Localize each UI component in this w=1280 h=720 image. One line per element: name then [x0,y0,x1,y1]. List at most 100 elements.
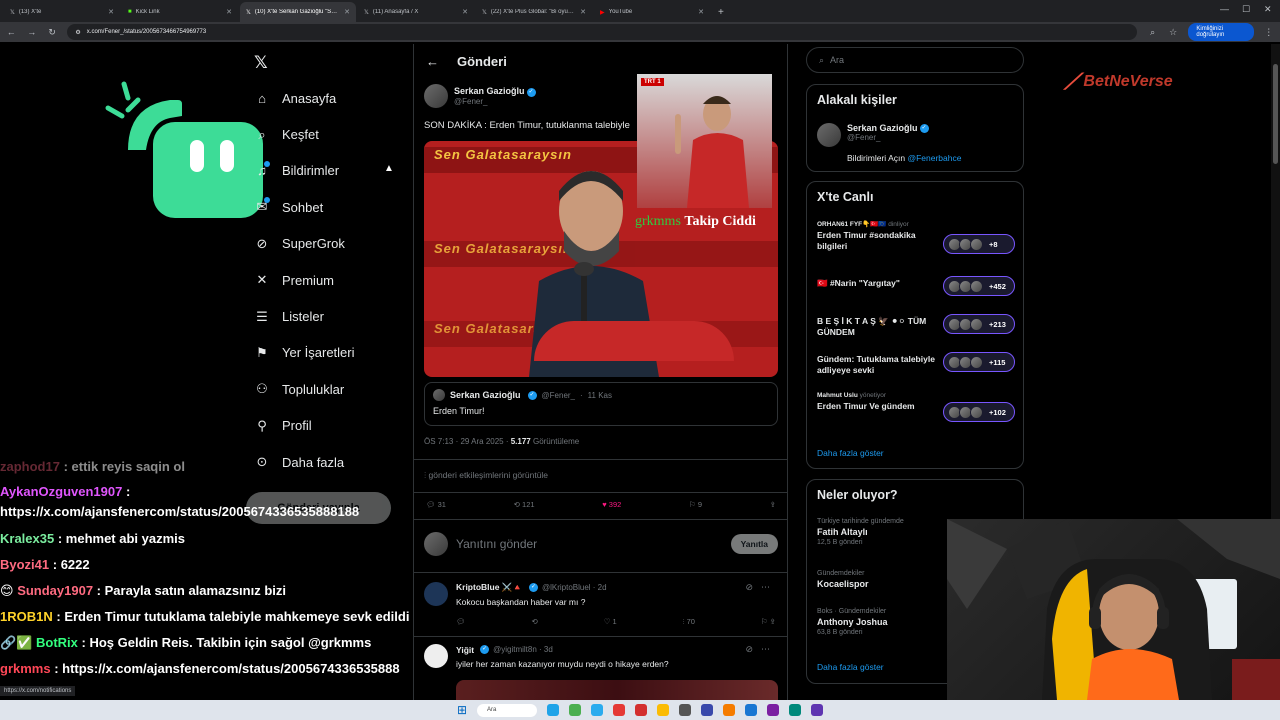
app-icon[interactable] [547,704,560,716]
comment-tools-icon[interactable]: ⊘⋯ [745,644,778,655]
engagements-link[interactable]: ⫶ gönderi etkileşimlerini görüntüle [424,470,548,481]
x-logo[interactable]: 𝕏 [254,53,268,73]
os-taskbar: ⊞ Ara [0,700,1280,720]
chat-text: Hoş Geldin Reis. Takibin için sağol @grk… [89,635,372,650]
browser-tab[interactable]: 𝕏 (11) Anasayfa / X ✕ [358,2,474,22]
show-more-link[interactable]: Daha fazla göster [807,662,884,672]
forward-icon[interactable]: → [26,27,36,37]
zoom-icon[interactable]: ⌕ [1147,27,1157,38]
scrollbar-thumb[interactable] [1273,64,1278,164]
views-button[interactable]: ⫶ 70 [683,617,695,627]
avatar[interactable] [424,644,448,668]
app-icon[interactable] [701,704,714,716]
app-icon[interactable] [723,704,736,716]
minimize-icon[interactable]: — [1220,4,1229,14]
new-tab-button[interactable]: + [712,2,730,22]
menu-icon[interactable]: ⋮ [1264,27,1274,38]
back-arrow-icon[interactable]: ← [426,54,439,69]
listeners-pill[interactable]: +452 [943,276,1015,296]
nav-item-profile[interactable]: ⚲ Profil [248,408,408,444]
live-item[interactable]: Gündem: Tutuklama talebiyle adliyeye sev… [817,352,1015,377]
nav-item-communities[interactable]: ⚇ Topluluklar [248,371,408,407]
live-item[interactable]: B E Ş İ K T A Ş 🦅 ⚫⚪ TÜM GÜNDEM +213 [817,314,1015,339]
close-icon[interactable]: ✕ [462,8,468,16]
nav-item-home[interactable]: ⌂ Anasayfa [248,80,408,116]
live-title: Gündem: Tutuklama talebiyle adliyeye sev… [817,354,935,376]
trend-item[interactable]: Boks · Gündemdekiler Anthony Joshua 63,8… [817,608,888,636]
live-item[interactable]: Mahmut Uslu yönetiyor Erden Timur Ve gün… [817,392,1015,422]
chat-message: 🔗✅ BotRix : Hoş Geldin Reis. Takibin içi… [0,635,372,650]
browser-tab-active[interactable]: 𝕏 (10) X'te Serkan Gazioğlu "SON ✕ [240,2,356,22]
live-item[interactable]: 🇹🇷 #Narin "Yargıtay" +452 [817,276,1015,296]
browser-tab[interactable]: ■ Kick Link ✕ [122,2,238,22]
app-icon[interactable] [789,704,802,716]
browser-tab[interactable]: 𝕏 (13) X'te ✕ [4,2,120,22]
back-icon[interactable]: ← [6,27,16,37]
chat-message: grkmms : https://x.com/ajansfenercom/sta… [0,661,400,676]
app-icon[interactable] [745,704,758,716]
reply-button[interactable]: 💬︎ 31 [426,500,446,509]
trend-item[interactable]: Gündemdekiler Kocaelispor [817,570,869,589]
bookmark-icon[interactable]: ⚐ ⇪ [761,617,776,627]
related-person[interactable]: Serkan Gazioğlu ✓ @Fener_ [817,123,929,147]
repost-icon[interactable]: ⟲ [531,617,537,627]
close-icon[interactable]: ✕ [226,8,232,16]
nav-item-explore[interactable]: ⌕ Keşfet [248,116,408,152]
comment-image[interactable] [456,680,778,700]
app-icon[interactable] [613,704,626,716]
bookmark-button[interactable]: ⚐ 9 [689,500,702,509]
quoted-post[interactable]: Serkan Gazioğlu ✓ @Fener_ · 11 Kas Erden… [424,382,778,426]
search-input[interactable]: ⌕ Ara [806,47,1024,73]
bio-link[interactable]: @Fenerbahce [907,153,961,163]
nav-item-premium[interactable]: ✕ Premium [248,262,408,298]
bookmark-star-icon[interactable]: ☆ [1168,27,1178,38]
listeners-pill[interactable]: +102 [943,402,1015,422]
post-author[interactable]: Serkan Gazioğlu ✓ @Fener_ [424,84,536,108]
nav-item-chat[interactable]: ✉ Sohbet [248,189,408,225]
post-time: ÖS 7:13 · 29 Ara 2025 · [424,437,511,446]
windows-start-icon[interactable]: ⊞ [457,703,467,717]
avatar[interactable] [424,582,448,606]
show-more-link[interactable]: Daha fazla göster [807,448,884,458]
app-icon[interactable] [767,704,780,716]
chrome-icon[interactable] [657,704,670,716]
maximize-icon[interactable]: ☐ [1242,4,1250,15]
site-info-icon[interactable]: ⚙ [75,29,80,36]
listeners-pill[interactable]: +115 [943,352,1015,372]
avatar[interactable] [817,123,841,147]
reply-submit-button[interactable]: Yanıtla [730,534,778,554]
listeners-pill[interactable]: +8 [943,234,1015,254]
nav-item-lists[interactable]: ☰ Listeler [248,298,408,334]
close-icon[interactable]: ✕ [698,8,704,16]
taskbar-search[interactable]: Ara [477,703,538,717]
verify-identity-button[interactable]: Kimliğinizi doğrulayın [1188,23,1254,41]
close-icon[interactable]: ✕ [580,8,586,16]
repost-button[interactable]: ⟲ 121 [514,500,535,509]
browser-tab[interactable]: ▶ YouTube ✕ [594,2,710,22]
avatar[interactable] [424,84,448,108]
close-window-icon[interactable]: ✕ [1264,4,1272,15]
reply-input[interactable]: Yanıtını gönder [456,537,723,551]
listeners-pill[interactable]: +213 [943,314,1015,334]
nav-item-bookmarks[interactable]: ⚑ Yer İşaretleri [248,335,408,371]
app-icon[interactable] [679,704,692,716]
browser-tab[interactable]: 𝕏 (22) X'te Plus Global: "Bi oyun o ✕ [476,2,592,22]
live-item[interactable]: ORHAN61 FYF👇🇹🇷🇪🇺 dinliyor Erden Timur #s… [817,220,1015,254]
telegram-icon[interactable] [591,704,604,716]
comment-item[interactable]: Yiğit ✓ @yigitmilt8n · 3d ⊘⋯ iyiler her zam… [424,644,778,669]
reload-icon[interactable]: ↻ [47,27,57,38]
reply-icon[interactable]: 💬︎ [456,617,466,627]
app-icon[interactable] [811,704,824,716]
share-icon[interactable]: ⇪ [770,500,776,509]
trend-item[interactable]: Türkiye tarihinde gündemde Fatih Altaylı… [817,518,904,546]
like-button[interactable]: ♥ 392 [602,500,621,509]
app-icon[interactable] [635,704,648,716]
like-button[interactable]: ♡ 1 [604,617,617,627]
url-field[interactable]: ⚙ x.com/Fener_/status/2005673466754969773 [67,24,1138,40]
comment-tools-icon[interactable]: ⊘⋯ [745,582,778,593]
comment-item[interactable]: KriptoBlue ⚔️🔺 ✓ @lKriptoBluel · 2d ⊘⋯ Koko… [424,582,778,627]
close-icon[interactable]: ✕ [108,8,114,16]
close-icon[interactable]: ✕ [344,8,350,16]
nav-item-supergrok[interactable]: ⊘ SuperGrok [248,226,408,262]
app-icon[interactable] [569,704,582,716]
